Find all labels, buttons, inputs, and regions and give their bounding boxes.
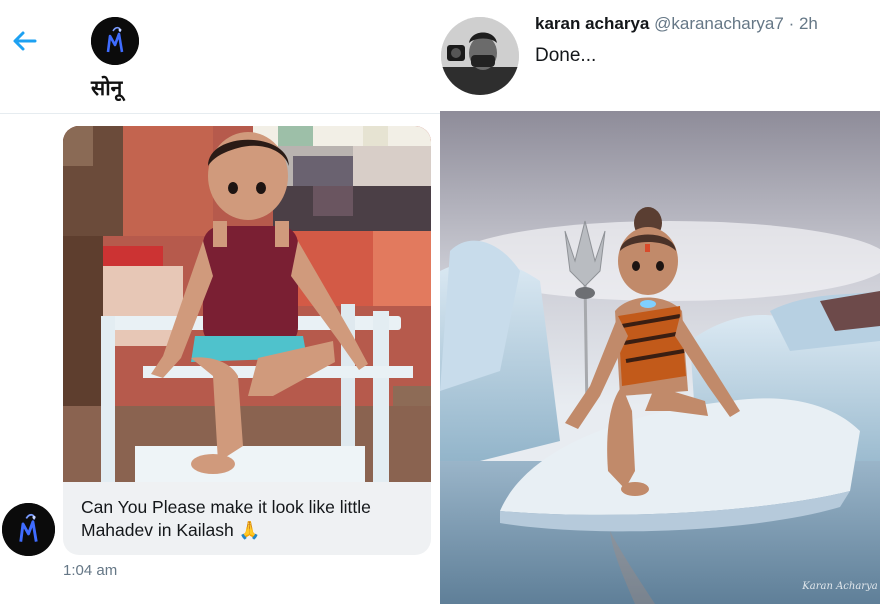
mahadev-logo-icon [2, 503, 55, 556]
message-text: Can You Please make it look like little … [81, 497, 371, 540]
tweet-text: Done... [535, 45, 597, 66]
tweet-panel: karan acharya @karanacharya7 · 2h Done..… [440, 0, 880, 604]
tweet-header: karan acharya @karanacharya7 · 2h [535, 14, 818, 34]
edited-photo-image: Karan Acharya [440, 111, 880, 604]
header-separator: · [788, 14, 795, 33]
conversation-header: सोनू [0, 0, 440, 114]
baby-photo-image [63, 126, 431, 482]
contact-name[interactable]: सोनू [91, 74, 122, 102]
back-button[interactable] [8, 24, 42, 58]
arrow-left-icon [13, 31, 37, 51]
message-timestamp: 1:04 am [63, 562, 118, 579]
tweet-timestamp[interactable]: 2h [799, 14, 818, 33]
tweet-image[interactable]: Karan Acharya [440, 111, 880, 604]
contact-avatar[interactable] [91, 17, 139, 65]
dm-panel: सोनू Can You Please make it look like li… [0, 0, 440, 604]
watermark-text: Karan Acharya [801, 581, 877, 592]
sender-avatar[interactable] [2, 503, 55, 556]
author-avatar[interactable] [441, 17, 519, 95]
sent-photo[interactable] [63, 126, 431, 482]
profile-photo-image [441, 17, 519, 95]
message-bubble[interactable]: Can You Please make it look like little … [63, 482, 431, 555]
author-name[interactable]: karan acharya [535, 14, 649, 33]
author-handle[interactable]: @karanacharya7 [654, 14, 784, 33]
mahadev-logo-icon [91, 17, 139, 65]
